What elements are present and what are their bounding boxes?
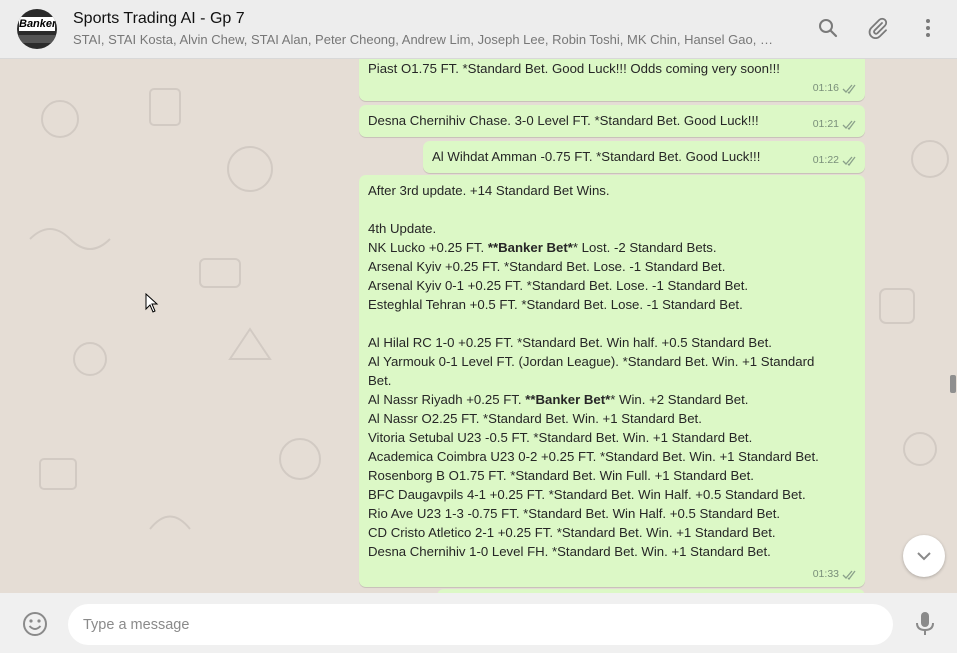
message-meta: 01:21 — [813, 115, 857, 134]
message-text: 4th Update. — [368, 221, 437, 236]
double-check-icon — [842, 156, 856, 166]
message-bubble[interactable]: Desna Chernihiv Chase. 3-0 Level FT. *St… — [359, 105, 865, 137]
message-text: After 3rd update. +14 Standard Bet Wins. — [368, 183, 610, 198]
bet-text: Al Nassr Riyadh +0.25 FT. — [368, 392, 526, 407]
message-text: Arsenal Kyiv 0-1 +0.25 FT. *Standard Bet… — [368, 278, 749, 293]
chevron-down-icon — [917, 552, 931, 561]
chat-title: Sports Trading AI - Gp 7 — [73, 10, 245, 27]
message-text: Al Nassr O2.25 FT. *Standard Bet. Win. +… — [368, 411, 702, 426]
menu-icon[interactable] — [915, 15, 941, 41]
message-text: Al Hilal RC 1-0 +0.25 FT. *Standard Bet.… — [368, 335, 772, 350]
message-input[interactable] — [68, 604, 893, 645]
avatar-stripe — [17, 35, 57, 43]
message-text: Academica Coimbra U23 0-2 +0.25 FT. *Sta… — [368, 449, 819, 464]
scrollbar-thumb[interactable] — [950, 375, 956, 393]
message-time: 01:22 — [812, 154, 839, 166]
attach-icon[interactable] — [865, 15, 891, 41]
message-text: Al Yarmouk 0-1 Level FT. (Jordan League)… — [368, 354, 815, 369]
bet-text: NK Lucko +0.25 FT. — [368, 240, 488, 255]
message-text: Al Wihdat Amman -0.75 FT. *Standard Bet.… — [432, 149, 761, 164]
message-meta: 01:33 — [813, 565, 857, 584]
header-actions — [815, 15, 941, 41]
message-text: NK Lucko +0.25 FT. **Banker Bet** Lost. … — [368, 238, 856, 257]
double-check-icon — [842, 84, 856, 94]
message-bubble[interactable]: After 3rd update. +14 Standard Bet Wins.… — [359, 175, 865, 587]
message-text: Desna Chernihiv Chase. 3-0 Level FT. *St… — [368, 113, 759, 128]
message-meta: 01:16 — [813, 79, 857, 98]
member-list: STAI, STAI Kosta, Alvin Chew, STAI Alan,… — [73, 32, 778, 47]
chat-info[interactable]: Sports Trading AI - Gp 7 STAI, STAI Kost… — [73, 9, 793, 49]
mic-button[interactable] — [914, 611, 936, 637]
banker-bet-label: **Banker Bet* — [487, 240, 573, 255]
message-text: Rio Ave U23 1-3 -0.75 FT. *Standard Bet.… — [368, 506, 781, 521]
chat-header: Banker Sports Trading AI - Gp 7 STAI, ST… — [0, 0, 957, 59]
scroll-to-bottom-button[interactable] — [903, 535, 945, 577]
message-time: 01:16 — [812, 82, 839, 94]
message-text: Arsenal Kyiv +0.25 FT. *Standard Bet. Lo… — [368, 259, 726, 274]
banker-bet-label: **Banker Bet* — [525, 392, 611, 407]
message-meta: 01:22 — [813, 151, 857, 170]
message-time: 01:21 — [812, 118, 839, 130]
line-spacer — [368, 200, 856, 219]
double-check-icon — [842, 570, 856, 580]
message-time: 01:33 — [812, 568, 839, 580]
message-text: Al Nassr Riyadh +0.25 FT. **Banker Bet**… — [368, 390, 856, 409]
mouse-cursor-icon — [145, 293, 159, 313]
message-text: Rosenborg B O1.75 FT. *Standard Bet. Win… — [368, 468, 754, 483]
composer-bar — [0, 593, 957, 653]
message-text: Vitoria Setubal U23 -0.5 FT. *Standard B… — [368, 430, 753, 445]
message-list[interactable]: Piast O1.75 FT. *Standard Bet. Good Luck… — [0, 59, 957, 593]
microphone-icon — [916, 612, 934, 635]
message-bubble[interactable]: Al Wihdat Amman -0.75 FT. *Standard Bet.… — [423, 141, 865, 173]
emoji-icon — [23, 612, 47, 636]
bet-text: * Win. +2 Standard Bet. — [610, 392, 749, 407]
message-text: Desna Chernihiv 1-0 Level FH. *Standard … — [368, 544, 771, 559]
group-avatar[interactable]: Banker — [17, 9, 57, 49]
double-check-icon — [842, 120, 856, 130]
message-text: Esteghlal Tehran +0.5 FT. *Standard Bet.… — [368, 297, 743, 312]
line-spacer — [368, 314, 856, 333]
emoji-button[interactable] — [22, 611, 48, 637]
avatar-logo-text: Banker — [19, 17, 57, 31]
bet-text: * Lost. -2 Standard Bets. — [572, 240, 717, 255]
message-text: Piast O1.75 FT. *Standard Bet. Good Luck… — [368, 61, 780, 76]
message-text: Bet. — [368, 373, 392, 388]
message-bubble[interactable]: Piast O1.75 FT. *Standard Bet. Good Luck… — [359, 59, 865, 101]
search-icon[interactable] — [815, 15, 841, 41]
message-text: CD Cristo Atletico 2-1 +0.25 FT. *Standa… — [368, 525, 776, 540]
message-text: BFC Daugavpils 4-1 +0.25 FT. *Standard B… — [368, 487, 806, 502]
